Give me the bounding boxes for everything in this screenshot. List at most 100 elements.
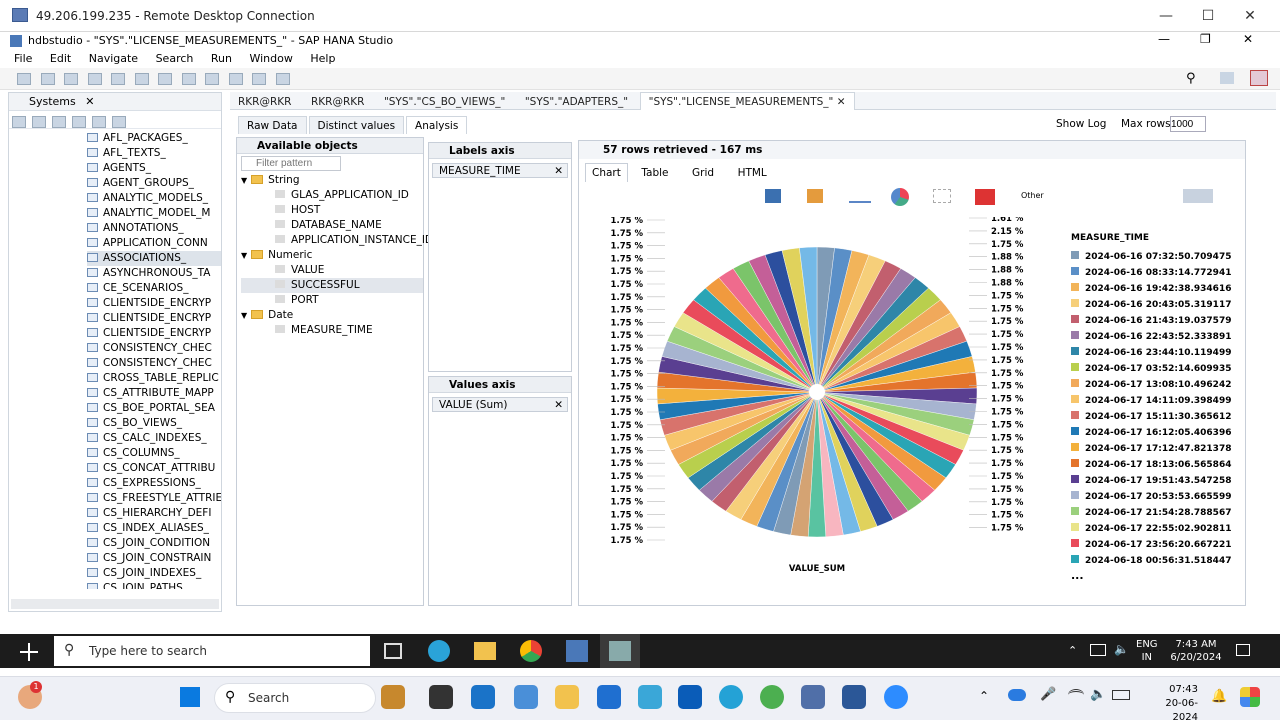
table-tab[interactable]: Table — [631, 164, 678, 182]
zoom-icon[interactable] — [884, 685, 908, 709]
field-group[interactable]: ▼ Date — [241, 308, 423, 323]
briefcase-icon[interactable] — [381, 685, 405, 709]
field-item[interactable]: SUCCESSFUL — [241, 278, 423, 293]
tab-rkr-1[interactable]: RKR@RKR — [230, 93, 299, 111]
legend-item[interactable]: 2024-06-17 22:55:02.902811 — [1071, 521, 1237, 537]
systems-hscrollbar[interactable] — [11, 599, 219, 609]
system-tree-item[interactable]: CLIENTSIDE_ENCRYP — [87, 296, 221, 311]
menu-navigate[interactable]: Navigate — [89, 52, 138, 65]
task-view-icon[interactable] — [384, 643, 402, 659]
chrome-icon[interactable] — [520, 640, 542, 662]
legend-item[interactable]: 2024-06-17 19:51:43.547258 — [1071, 473, 1237, 489]
save-all-icon[interactable] — [64, 73, 78, 85]
calendar-icon[interactable] — [514, 685, 538, 709]
expand-icon[interactable]: ▼ — [241, 311, 247, 320]
chrome2-icon[interactable] — [760, 685, 784, 709]
outlook-icon[interactable] — [678, 685, 702, 709]
system-tree-item[interactable]: CS_CALC_INDEXES_ — [87, 431, 221, 446]
system-tree-item[interactable]: AGENTS_ — [87, 161, 221, 176]
field-item[interactable]: MEASURE_TIME — [241, 323, 423, 338]
download-icon[interactable] — [134, 73, 149, 85]
remove-label-icon[interactable]: ✕ — [554, 164, 563, 179]
add-system-icon[interactable] — [12, 116, 26, 128]
field-item[interactable]: PORT — [241, 293, 423, 308]
forward-icon[interactable] — [205, 73, 219, 85]
system-tree-item[interactable]: AFL_PACKAGES_ — [87, 131, 221, 146]
values-axis-chip[interactable]: VALUE (Sum) ✕ — [432, 397, 568, 412]
bar-chart-icon[interactable] — [765, 189, 781, 203]
filter-input[interactable] — [241, 156, 341, 171]
bell-icon[interactable]: 🔔 — [1211, 689, 1227, 704]
battery-icon[interactable] — [1112, 690, 1130, 700]
system-tree-item[interactable]: CS_INDEX_ALIASES_ — [87, 521, 221, 536]
system-tree-item[interactable]: CS_JOIN_CONDITION — [87, 536, 221, 551]
heatmap-icon[interactable] — [975, 189, 995, 205]
scatter-icon[interactable] — [933, 189, 951, 203]
store-icon[interactable] — [471, 685, 495, 709]
max-rows-input[interactable] — [1170, 116, 1206, 132]
field-item[interactable]: VALUE — [241, 263, 423, 278]
legend-item[interactable]: 2024-06-17 23:56:20.667221 — [1071, 537, 1237, 553]
copilot-icon[interactable] — [1240, 687, 1260, 707]
expand-icon[interactable]: ▼ — [241, 251, 247, 260]
folder-icon[interactable] — [555, 685, 579, 709]
system-tree-item[interactable]: CLIENTSIDE_ENCRYP — [87, 311, 221, 326]
system-tree-item[interactable]: CS_JOIN_PATHS_ — [87, 581, 221, 589]
system-tree-item[interactable]: ASSOCIATIONS_ — [87, 251, 221, 266]
hana-studio-task[interactable] — [600, 634, 640, 668]
new-icon[interactable] — [17, 73, 31, 85]
taskbar-search-box[interactable]: ⚲ Type here to search — [54, 636, 370, 666]
legend-item[interactable]: 2024-06-16 23:44:10.119499 — [1071, 345, 1237, 361]
system-tree-item[interactable]: CLIENTSIDE_ENCRYP — [87, 326, 221, 341]
perspective-icon[interactable] — [1220, 72, 1234, 84]
nav-forward-icon[interactable] — [252, 73, 266, 85]
system-tree-item[interactable]: CS_FREESTYLE_ATTRIE — [87, 491, 221, 506]
legend-item[interactable]: 2024-06-17 13:08:10.496242 — [1071, 377, 1237, 393]
legend-item[interactable]: 2024-06-17 20:53:53.665599 — [1071, 489, 1237, 505]
mail-icon[interactable] — [597, 685, 621, 709]
edge2-icon[interactable] — [719, 685, 743, 709]
system-tree-item[interactable]: CS_HIERARCHY_DEFI — [87, 506, 221, 521]
field-item[interactable]: DATABASE_NAME — [241, 218, 423, 233]
system-tree-item[interactable]: CS_BOE_PORTAL_SEA — [87, 401, 221, 416]
back-icon[interactable] — [181, 73, 196, 85]
remove-value-icon[interactable]: ✕ — [554, 398, 563, 413]
field-group[interactable]: ▼ String — [241, 173, 423, 188]
speaker-icon[interactable]: 🔈 — [1090, 687, 1106, 702]
distinct-values-tab[interactable]: Distinct values — [308, 116, 405, 134]
menu-help[interactable]: Help — [310, 52, 335, 65]
stacked-bar-icon[interactable] — [807, 189, 823, 203]
html-tab[interactable]: HTML — [728, 164, 777, 182]
field-item[interactable]: HOST — [241, 203, 423, 218]
system-tree-item[interactable]: CS_JOIN_CONSTRAIN — [87, 551, 221, 566]
edge-icon[interactable] — [428, 640, 450, 662]
line-chart-icon[interactable] — [849, 189, 871, 203]
legend-item[interactable]: 2024-06-17 14:11:09.398499 — [1071, 393, 1237, 409]
legend-item[interactable]: 2024-06-16 07:32:50.709475 — [1071, 249, 1237, 265]
grid-tab[interactable]: Grid — [682, 164, 724, 182]
sql-icon[interactable] — [32, 116, 46, 128]
print-icon[interactable] — [158, 73, 172, 85]
nav-back-icon[interactable] — [228, 73, 243, 85]
local-search-box[interactable]: ⚲ Search — [214, 683, 376, 713]
tab-license-measurements[interactable]: "SYS"."LICENSE_MEASUREMENTS_" ✕ — [639, 92, 855, 110]
system-tree-item[interactable]: CROSS_TABLE_REPLIC — [87, 371, 221, 386]
local-clock[interactable]: 07:43 20-06-2024 — [1142, 683, 1198, 725]
system-tree-item[interactable]: CS_JOIN_INDEXES_ — [87, 566, 221, 581]
tray-up-icon[interactable]: ⌃ — [1068, 644, 1077, 657]
app-minimize-icon[interactable]: — — [1158, 32, 1170, 46]
remote-clock[interactable]: 7:43 AM 6/20/2024 — [1168, 638, 1224, 664]
win11-start-icon[interactable] — [180, 687, 200, 707]
legend-item[interactable]: 2024-06-17 15:11:30.365612 — [1071, 409, 1237, 425]
legend-item[interactable]: 2024-06-17 17:12:47.821378 — [1071, 441, 1237, 457]
hana-perspective-icon[interactable] — [1250, 70, 1268, 86]
notification-icon[interactable] — [1236, 644, 1250, 656]
field-item[interactable]: APPLICATION_INSTANCE_ID — [241, 233, 433, 248]
close-icon[interactable]: ✕ — [1227, 0, 1273, 32]
redo-icon[interactable] — [111, 73, 125, 85]
onedrive-icon[interactable] — [1008, 689, 1026, 701]
remote-desktop-icon[interactable] — [801, 685, 825, 709]
system-tree-item[interactable]: CE_SCENARIOS_ — [87, 281, 221, 296]
volume-tray-icon[interactable]: 🔈 — [1114, 642, 1129, 656]
system-tree-item[interactable]: ASYNCHRONOUS_TA — [87, 266, 221, 281]
